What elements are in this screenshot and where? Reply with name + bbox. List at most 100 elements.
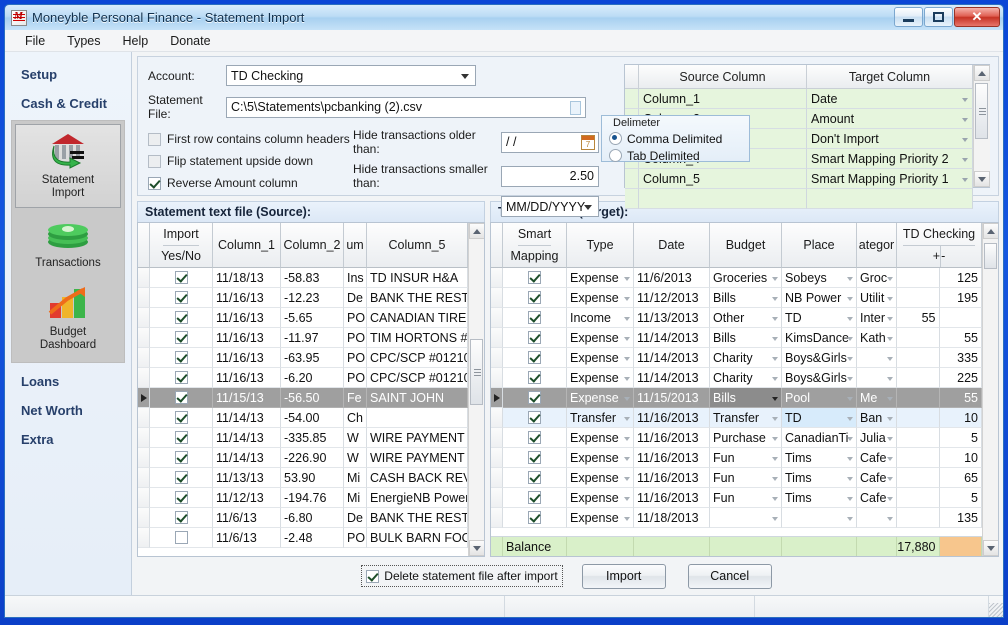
- target-column-select[interactable]: Smart Mapping Priority 2: [807, 149, 973, 169]
- flip-statement-checkbox[interactable]: Flip statement upside down: [148, 150, 353, 172]
- category-cell[interactable]: [857, 508, 897, 528]
- date-cell[interactable]: 11/6/2013: [634, 268, 710, 288]
- debit-cell[interactable]: 225: [940, 368, 983, 388]
- column5-cell[interactable]: SAINT JOHN: [367, 388, 468, 408]
- type-cell[interactable]: Expense: [567, 488, 634, 508]
- sidebar-item-statement-import[interactable]: Statement Import: [15, 124, 121, 208]
- credit-cell[interactable]: [897, 288, 940, 308]
- column5-cell[interactable]: [367, 408, 468, 428]
- table-row[interactable]: 11/15/13-56.50FeSAINT JOHN: [138, 388, 468, 408]
- category-cell[interactable]: Utilit: [857, 288, 897, 308]
- account-select[interactable]: TD Checking: [226, 65, 476, 86]
- budget-header[interactable]: Budget: [710, 223, 782, 268]
- column3-cell[interactable]: Mi: [344, 488, 367, 508]
- column5-cell[interactable]: WIRE PAYMENT: [367, 448, 468, 468]
- import-checkbox-cell[interactable]: [150, 328, 213, 348]
- target-grid-scrollbar[interactable]: [982, 223, 998, 556]
- sidebar-heading-net-worth[interactable]: Net Worth: [5, 396, 131, 425]
- category-cell[interactable]: Cafe: [857, 488, 897, 508]
- import-checkbox-cell[interactable]: [150, 388, 213, 408]
- column3-cell[interactable]: PO: [344, 308, 367, 328]
- source-grid-scrollbar[interactable]: [468, 223, 484, 556]
- budget-cell[interactable]: Bills: [710, 388, 782, 408]
- import-header[interactable]: Import Yes/No: [150, 223, 213, 268]
- credit-header[interactable]: +: [933, 246, 941, 268]
- place-cell[interactable]: [782, 508, 857, 528]
- type-cell[interactable]: Expense: [567, 388, 634, 408]
- category-cell[interactable]: [857, 368, 897, 388]
- column3-cell[interactable]: PO: [344, 528, 367, 548]
- debit-cell[interactable]: 10: [940, 408, 983, 428]
- target-column-select[interactable]: [807, 189, 973, 209]
- column3-cell[interactable]: W: [344, 448, 367, 468]
- column3-cell[interactable]: PO: [344, 368, 367, 388]
- sidebar-heading-loans[interactable]: Loans: [5, 367, 131, 396]
- budget-cell[interactable]: Bills: [710, 328, 782, 348]
- column2-cell[interactable]: -6.80: [281, 508, 344, 528]
- table-row[interactable]: Income11/13/2013OtherTDInter55: [491, 308, 982, 328]
- date-cell[interactable]: 11/18/2013: [634, 508, 710, 528]
- scroll-track[interactable]: [983, 239, 999, 540]
- budget-cell[interactable]: [710, 508, 782, 528]
- table-row[interactable]: Expense11/16/2013FunTimsCafe65: [491, 468, 982, 488]
- cancel-button[interactable]: Cancel: [688, 564, 772, 589]
- place-cell[interactable]: Boys&Girls: [782, 348, 857, 368]
- calendar-icon[interactable]: 7: [581, 135, 595, 150]
- column1-cell[interactable]: 11/15/13: [213, 388, 281, 408]
- budget-cell[interactable]: Groceries: [710, 268, 782, 288]
- debit-cell[interactable]: 65: [940, 468, 983, 488]
- column2-cell[interactable]: -12.23: [281, 288, 344, 308]
- smart-mapping-checkbox-cell[interactable]: [503, 448, 567, 468]
- category-header[interactable]: ategor: [857, 223, 897, 268]
- budget-cell[interactable]: Bills: [710, 288, 782, 308]
- table-row[interactable]: 11/6/13-6.80DeBANK THE REST: [138, 508, 468, 528]
- credit-cell[interactable]: [897, 388, 940, 408]
- type-cell[interactable]: Expense: [567, 368, 634, 388]
- column1-cell[interactable]: 11/14/13: [213, 448, 281, 468]
- column2-cell[interactable]: -54.00: [281, 408, 344, 428]
- type-cell[interactable]: Expense: [567, 268, 634, 288]
- import-checkbox-cell[interactable]: [150, 448, 213, 468]
- place-cell[interactable]: TD: [782, 308, 857, 328]
- budget-cell[interactable]: Other: [710, 308, 782, 328]
- column1-cell[interactable]: 11/16/13: [213, 328, 281, 348]
- smart-mapping-checkbox-cell[interactable]: [503, 368, 567, 388]
- column2-cell[interactable]: -194.76: [281, 488, 344, 508]
- delimiter-option-comma[interactable]: Comma Delimited: [606, 130, 749, 147]
- credit-cell[interactable]: [897, 428, 940, 448]
- minimize-button[interactable]: [894, 7, 923, 27]
- column1-cell[interactable]: 11/16/13: [213, 348, 281, 368]
- budget-cell[interactable]: Transfer: [710, 408, 782, 428]
- column1-cell[interactable]: 11/18/13: [213, 268, 281, 288]
- category-cell[interactable]: Ban: [857, 408, 897, 428]
- scroll-up-button[interactable]: [469, 223, 485, 239]
- category-cell[interactable]: Cafe: [857, 448, 897, 468]
- type-cell[interactable]: Expense: [567, 428, 634, 448]
- table-row[interactable]: Expense11/18/2013135: [491, 508, 982, 528]
- table-row[interactable]: Expense11/16/2013FunTimsCafe5: [491, 488, 982, 508]
- date-cell[interactable]: 11/16/2013: [634, 468, 710, 488]
- type-header[interactable]: Type: [567, 223, 634, 268]
- table-row[interactable]: 11/13/1353.90MiCASH BACK REV: [138, 468, 468, 488]
- table-row[interactable]: 11/6/13-2.48POBULK BARN FOO: [138, 528, 468, 548]
- scroll-track[interactable]: [469, 239, 485, 540]
- date-header[interactable]: Date: [634, 223, 710, 268]
- budget-cell[interactable]: Fun: [710, 488, 782, 508]
- debit-cell[interactable]: 335: [940, 348, 983, 368]
- credit-cell[interactable]: [897, 488, 940, 508]
- debit-cell[interactable]: 5: [940, 428, 983, 448]
- table-row[interactable]: 11/16/13-12.23DeBANK THE REST: [138, 288, 468, 308]
- credit-cell[interactable]: [897, 268, 940, 288]
- import-checkbox-cell[interactable]: [150, 348, 213, 368]
- category-cell[interactable]: Inter: [857, 308, 897, 328]
- table-row[interactable]: Expense11/16/2013PurchaseCanadianTiJulia…: [491, 428, 982, 448]
- column1-cell[interactable]: 11/16/13: [213, 288, 281, 308]
- table-row[interactable]: 11/18/13-58.83InsTD INSUR H&A: [138, 268, 468, 288]
- scroll-down-button[interactable]: [983, 540, 999, 556]
- credit-cell[interactable]: [897, 348, 940, 368]
- type-cell[interactable]: Expense: [567, 348, 634, 368]
- place-cell[interactable]: KimsDance: [782, 328, 857, 348]
- place-cell[interactable]: CanadianTi: [782, 428, 857, 448]
- table-row[interactable]: Expense11/6/2013GroceriesSobeysGroc125: [491, 268, 982, 288]
- place-cell[interactable]: NB Power: [782, 288, 857, 308]
